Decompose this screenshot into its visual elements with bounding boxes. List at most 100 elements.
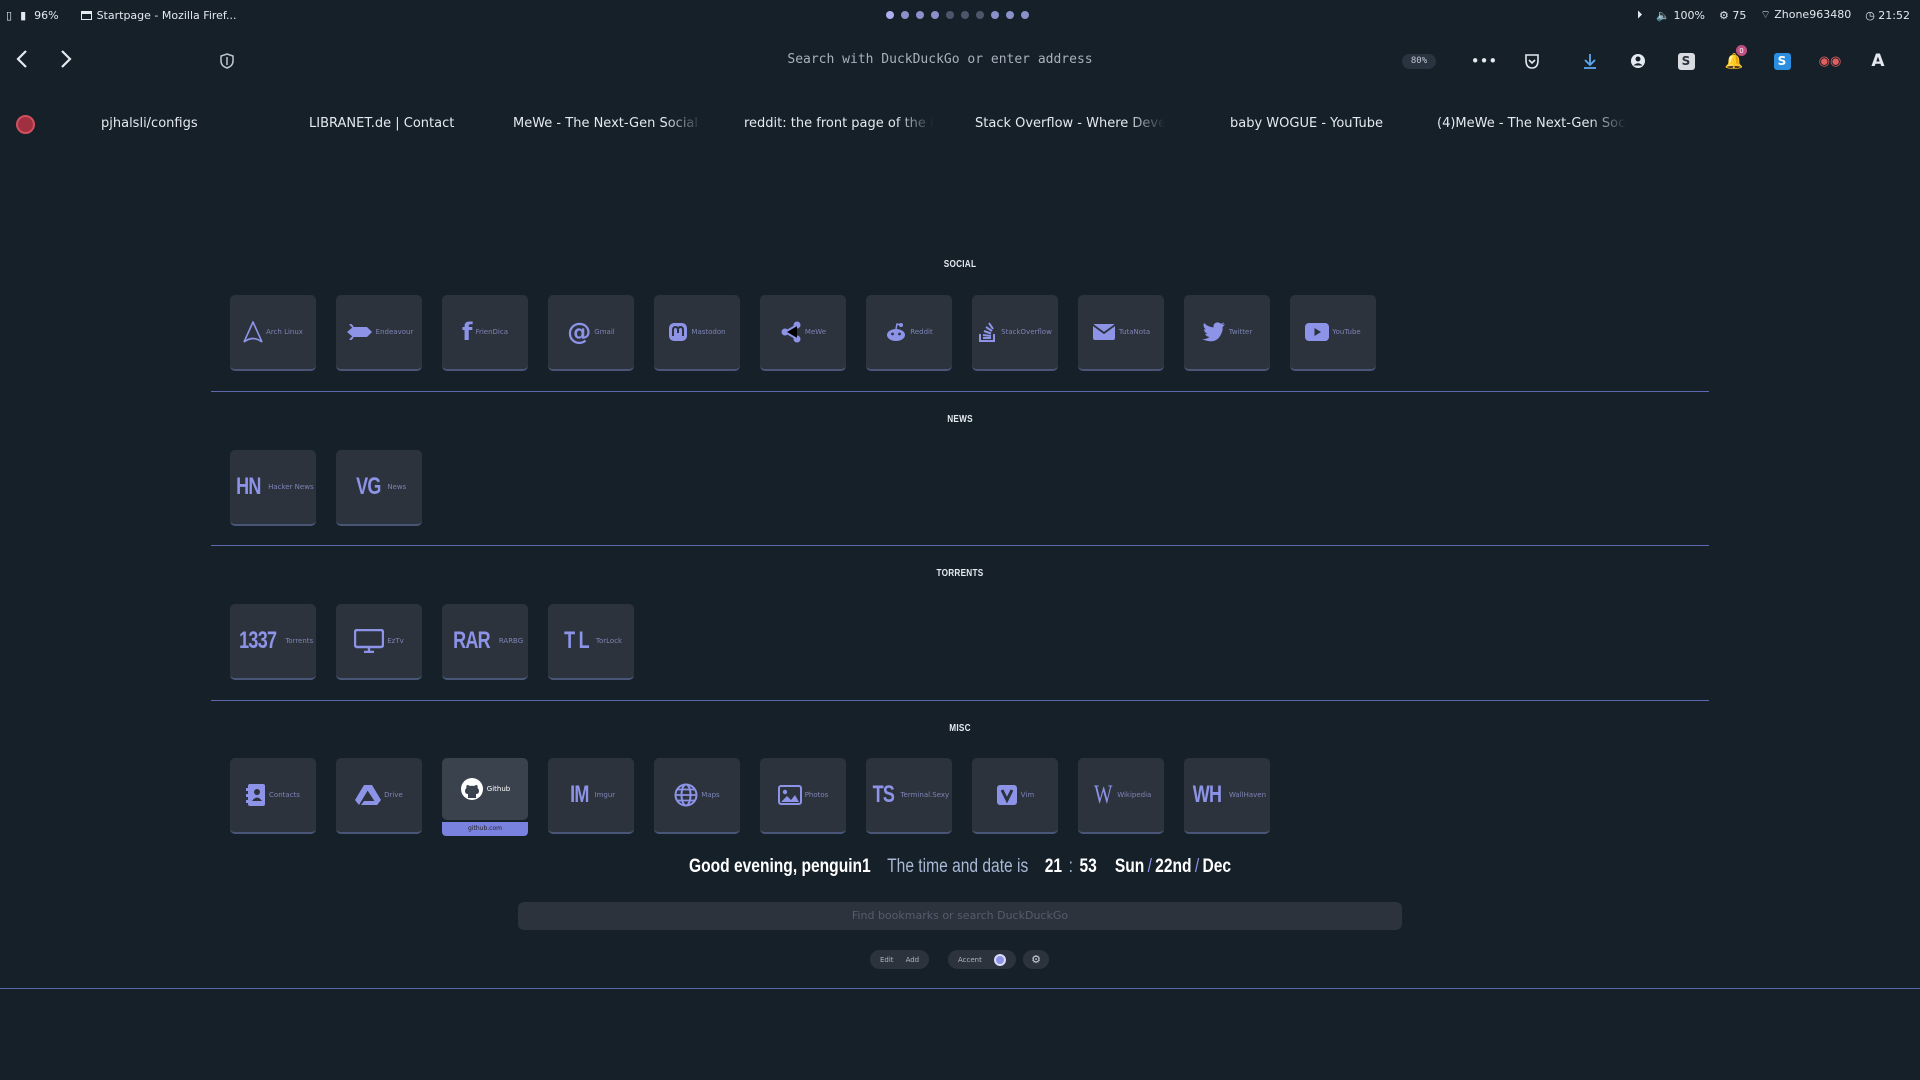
workspace-dot[interactable] xyxy=(961,11,969,19)
system-bar: ▯ ▮ 96% Startpage - Mozilla Firef... ⏵ 🔈… xyxy=(0,0,1920,30)
date-day: Sun xyxy=(1114,856,1145,877)
workspace-dot[interactable] xyxy=(886,11,894,19)
extension-font-icon[interactable]: A xyxy=(1854,50,1902,72)
tile-tutanota[interactable]: TutaNota xyxy=(1078,295,1164,371)
bookmark-item[interactable]: baby WOGUE - YouTube xyxy=(1230,116,1400,131)
workspace-dot[interactable] xyxy=(946,11,954,19)
more-icon[interactable]: ••• xyxy=(1460,50,1508,72)
tile-1337x[interactable]: 1337 Torrents xyxy=(230,604,316,680)
edit-button[interactable]: Edit xyxy=(880,956,894,964)
tile-maps[interactable]: Maps xyxy=(654,758,740,834)
envelope-icon xyxy=(1092,323,1116,341)
tile-eztv[interactable]: EzTv xyxy=(336,604,422,680)
workspace-dot[interactable] xyxy=(901,11,909,19)
tile-friendica[interactable]: f FrienDica xyxy=(442,295,528,371)
section-divider xyxy=(211,391,1709,392)
tile-contacts[interactable]: Contacts xyxy=(230,758,316,834)
hamburger-menu-icon[interactable] xyxy=(1912,50,1920,72)
tile-label: Reddit xyxy=(910,328,933,336)
workspace-dot[interactable] xyxy=(931,11,939,19)
tile-twitter[interactable]: Twitter xyxy=(1184,295,1270,371)
download-icon[interactable] xyxy=(1566,50,1614,72)
tile-label: Twitter xyxy=(1228,328,1253,336)
bookmark-item[interactable]: LIBRANET.de | Contact xyxy=(309,116,469,131)
bookmark-item[interactable]: pjhalsli/configs xyxy=(101,116,231,131)
network-status[interactable]: ⌔ Zhone963480 xyxy=(1760,8,1851,22)
tile-label: MeWe xyxy=(804,328,827,336)
back-button[interactable] xyxy=(14,48,32,74)
workspace-dot[interactable] xyxy=(991,11,999,19)
tile-wallhaven[interactable]: WH WallHaven xyxy=(1184,758,1270,834)
settings-button[interactable]: ⚙ xyxy=(1023,950,1049,969)
tile-github[interactable]: Github github.com xyxy=(442,758,528,836)
add-button[interactable]: Add xyxy=(906,956,920,964)
tile-drive[interactable]: Drive xyxy=(336,758,422,834)
extension-eyes-icon[interactable]: ◉◉ xyxy=(1806,50,1854,72)
tile-label: Imgur xyxy=(594,791,616,799)
tile-reddit[interactable]: Reddit xyxy=(866,295,952,371)
tile-wikipedia[interactable]: W Wikipedia xyxy=(1078,758,1164,834)
misc-tiles: Contacts Drive Github github.com IM Imgu… xyxy=(230,758,1270,836)
tile-mewe[interactable]: MeWe xyxy=(760,295,846,371)
globe-favicon-icon[interactable] xyxy=(16,115,35,134)
bookmark-item[interactable]: Stack Overflow - Where Develo xyxy=(975,116,1165,131)
menu-icon[interactable]: ▯ xyxy=(6,9,12,22)
bookmark-item[interactable]: (4)MeWe - The Next-Gen Social xyxy=(1437,116,1627,131)
tile-vim[interactable]: Vim xyxy=(972,758,1058,834)
bottom-divider xyxy=(0,988,1920,989)
tile-mastodon[interactable]: Mastodon xyxy=(654,295,740,371)
window-title[interactable]: Startpage - Mozilla Firef... xyxy=(80,9,236,22)
vim-icon xyxy=(996,784,1018,806)
tile-stackoverflow[interactable]: StackOverflow xyxy=(972,295,1058,371)
bookmark-item[interactable]: MeWe - The Next-Gen Social N xyxy=(513,116,703,131)
tile-label: Maps xyxy=(701,791,720,799)
media-play-icon[interactable]: ⏵ xyxy=(1637,8,1643,22)
workspace-indicator xyxy=(886,11,1029,19)
workspace-dot[interactable] xyxy=(976,11,984,19)
tile-label: News xyxy=(387,483,407,491)
zoom-indicator[interactable]: 80% xyxy=(1402,54,1436,69)
tile-photos[interactable]: Photos xyxy=(760,758,846,834)
tile-label: Arch Linux xyxy=(266,328,303,336)
date-date: 22nd xyxy=(1155,856,1192,877)
tile-vg-news[interactable]: VG News xyxy=(336,450,422,526)
tile-label: Photos xyxy=(804,791,829,799)
extension-s-icon[interactable]: S xyxy=(1662,50,1710,72)
workspace-dot[interactable] xyxy=(916,11,924,19)
volume-icon: 🔈 xyxy=(1656,8,1671,22)
arch-linux-icon xyxy=(243,321,263,343)
wifi-icon: ⌔ xyxy=(1760,8,1771,21)
workspace-dot[interactable] xyxy=(1006,11,1014,19)
tile-abbr: RAR xyxy=(452,627,491,654)
notification-bell-icon[interactable]: 🔔 0 xyxy=(1710,45,1758,72)
account-icon[interactable] xyxy=(1614,50,1662,72)
accent-label: Accent xyxy=(958,955,982,964)
tile-label: Contacts xyxy=(269,791,300,799)
tile-abbr: HN xyxy=(236,473,261,500)
clock-status: ◷ 21:52 xyxy=(1865,9,1910,22)
cpu-status: ⚙ 75 xyxy=(1719,9,1746,22)
address-bar[interactable]: Search with DuckDuckGo or enter address xyxy=(560,52,1320,67)
workspace-dot[interactable] xyxy=(1021,11,1029,19)
tile-rarbg[interactable]: RAR RARBG xyxy=(442,604,528,680)
forward-button[interactable] xyxy=(56,48,74,74)
tile-hacker-news[interactable]: HN Hacker News xyxy=(230,450,316,526)
bookmark-item[interactable]: reddit: the front page of the int xyxy=(744,116,934,131)
tile-imgur[interactable]: IM Imgur xyxy=(548,758,634,834)
tile-gmail[interactable]: @ Gmail xyxy=(548,295,634,371)
accent-toggle-control[interactable]: Accent xyxy=(948,950,1016,969)
shield-icon[interactable] xyxy=(220,53,234,69)
tile-endeavour[interactable]: Endeavour xyxy=(336,295,422,371)
news-tiles: HN Hacker News VG News xyxy=(230,450,422,526)
volume-status[interactable]: 🔈 100% xyxy=(1656,9,1705,22)
accent-toggle[interactable] xyxy=(993,953,1006,966)
at-sign-icon: @ xyxy=(567,318,592,346)
tile-youtube[interactable]: YouTube xyxy=(1290,295,1376,371)
tile-arch-linux[interactable]: Arch Linux xyxy=(230,295,316,371)
tile-terminal-sexy[interactable]: TS Terminal.Sexy xyxy=(866,758,952,834)
tile-torlock[interactable]: T L TorLock xyxy=(548,604,634,680)
pocket-icon[interactable] xyxy=(1508,50,1556,72)
extension-skype-icon[interactable]: S xyxy=(1758,50,1806,72)
chevron-left-icon xyxy=(16,50,27,68)
bookmark-search-input[interactable]: Find bookmarks or search DuckDuckGo xyxy=(518,902,1402,930)
